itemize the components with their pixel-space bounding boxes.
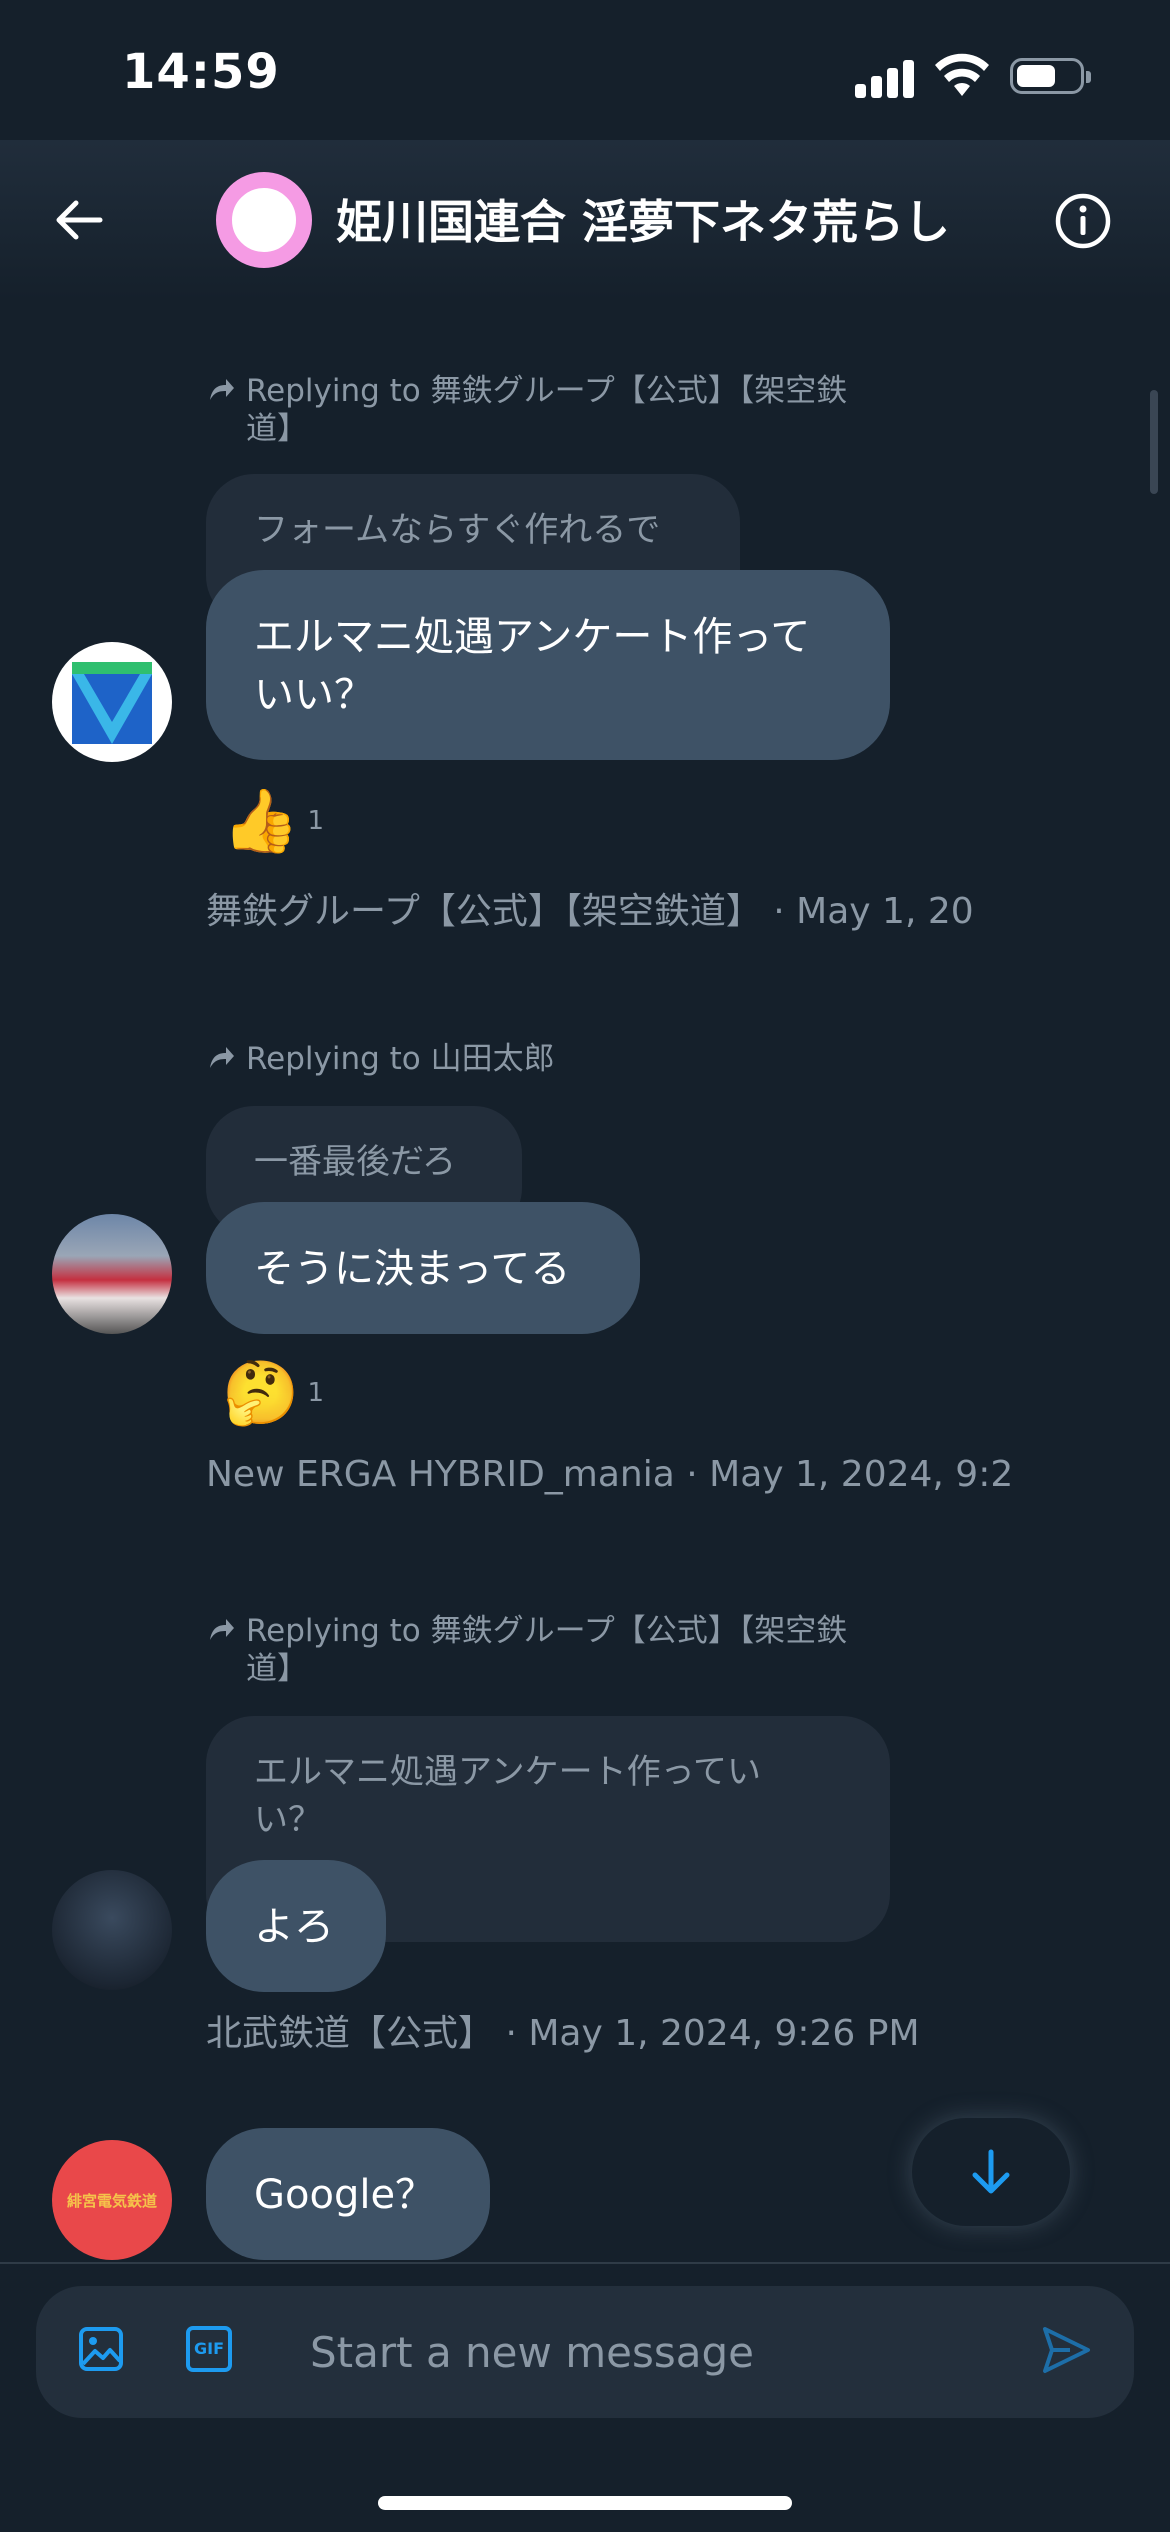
scrollbar[interactable] [1150,390,1158,494]
reply-arrow-icon [210,1619,234,1640]
reply-context: Replying to 舞鉄グループ【公式】【架空鉄道】 [206,1612,1066,1692]
avatar[interactable] [52,1870,172,1990]
reply-to-text: Replying to 山田太郎 [246,1041,555,1077]
composer-divider [0,2262,1170,2264]
message-text: よろ [254,1904,334,1950]
avatar[interactable] [52,1214,172,1334]
message-bubble[interactable]: Google？ [206,2128,490,2260]
avatar[interactable] [52,642,172,762]
message-bubble[interactable]: エルマニ処遇アンケート作っていい？ [206,570,890,760]
message-text: そうに決まってる [254,1246,571,1292]
gif-button[interactable]: GIF [186,2326,232,2372]
status-time: 14:59 [122,44,280,100]
reply-arrow-icon [210,1047,234,1068]
reply-to-text: Replying to 舞鉄グループ【公式】【架空鉄道】 [246,373,848,447]
message-input[interactable] [310,2320,1010,2384]
reply-context: Replying to 舞鉄グループ【公式】【架空鉄道】 [206,372,1066,452]
quoted-text: 一番最後だろ [254,1142,456,1182]
scroll-to-bottom-button[interactable] [912,2118,1070,2226]
message-meta: 北武鉄道【公式】 · May 1, 2024, 9:26 PM [206,2013,920,2054]
message-text: Google？ [254,2172,436,2218]
send-icon[interactable] [1040,2324,1092,2376]
back-arrow-icon[interactable] [50,190,110,250]
message-text: エルマニ処遇アンケート作っていい？ [254,614,811,718]
message-meta: New ERGA HYBRID_mania · May 1, 2024, 9:2 [206,1454,1014,1495]
reply-context: Replying to 山田太郎 [206,1040,1066,1080]
reaction-badge[interactable]: 🤔 1 [222,1356,324,1430]
home-indicator [378,2496,792,2510]
reaction-count: 1 [307,1378,325,1408]
thinking-face-icon: 🤔 [222,1356,300,1429]
message-bubble[interactable]: そうに決まってる [206,1202,640,1334]
logo-icon [72,662,152,744]
quoted-text: フォームならすぐ作れるで [254,510,661,550]
battery-icon [1010,58,1091,94]
wifi-icon [935,53,989,96]
message-meta: 舞鉄グループ【公式】【架空鉄道】 · May 1, 20 [206,891,974,932]
message-bubble[interactable]: よろ [206,1860,386,1992]
arrow-down-icon [972,2149,1010,2194]
thumbs-up-icon: 👍 [222,784,300,857]
avatar[interactable]: 緋宮電気鉄道 [52,2140,172,2260]
avatar-logo-text: 緋宮電気鉄道 [66,2191,157,2210]
image-icon[interactable] [78,2326,124,2372]
reaction-badge[interactable]: 👍 1 [222,784,324,858]
reply-arrow-icon [210,379,234,400]
cellular-signal-icon [855,58,915,98]
reaction-count: 1 [307,806,325,836]
conversation-title[interactable]: 姫川国連合 淫夢下ネタ荒らし [336,186,950,252]
reply-to-text: Replying to 舞鉄グループ【公式】【架空鉄道】 [246,1613,848,1687]
quoted-text: エルマニ処遇アンケート作っていい？ [254,1752,761,1840]
conversation-avatar[interactable] [216,172,312,268]
info-icon[interactable] [1054,192,1112,250]
